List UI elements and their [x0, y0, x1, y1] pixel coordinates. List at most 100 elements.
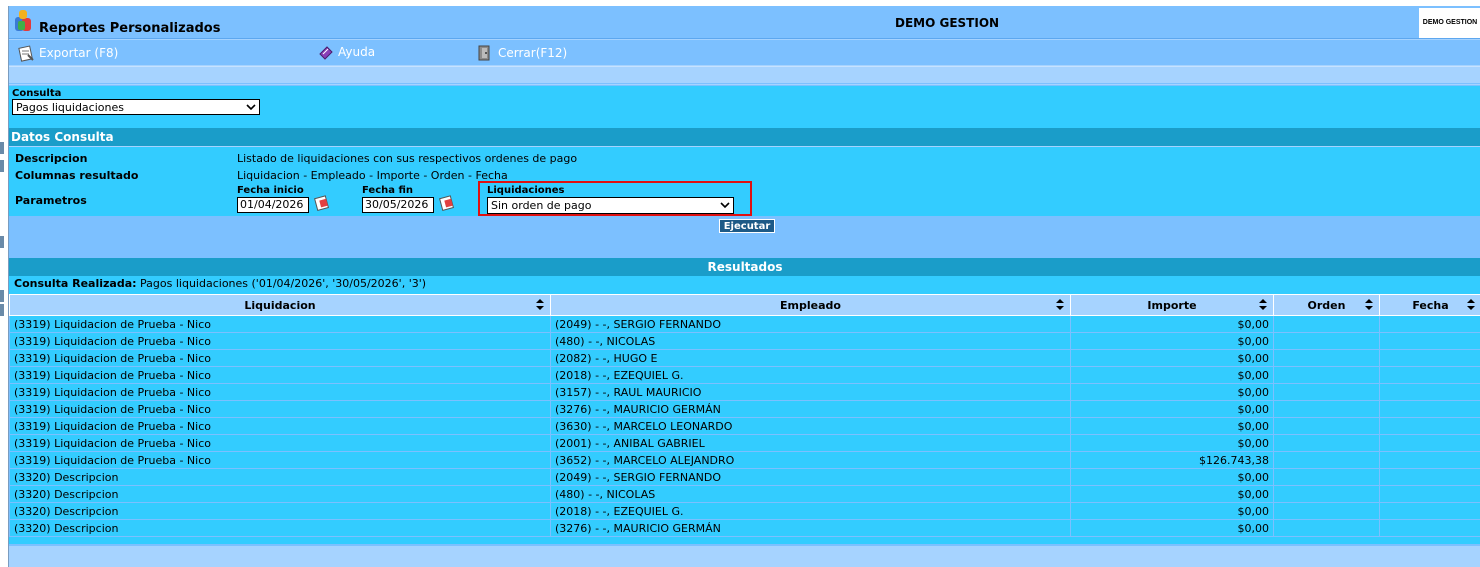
columnas-value: Liquidacion - Empleado - Importe - Orden…: [237, 169, 508, 182]
cell-importe: $0,00: [1070, 315, 1274, 333]
cell-orden: [1273, 417, 1380, 435]
close-button[interactable]: Cerrar(F12): [476, 44, 567, 62]
help-label: Ayuda: [338, 45, 376, 59]
cell-empleado: (2018) - -, EZEQUIEL G.: [550, 502, 1071, 520]
cell-importe: $0,00: [1070, 468, 1274, 486]
cell-liquidacion: (3319) Liquidacion de Prueba - Nico: [9, 315, 551, 333]
cell-fecha: [1379, 383, 1480, 401]
left-edge-marker: [0, 236, 4, 248]
cell-liquidacion: (3320) Descripcion: [9, 519, 551, 537]
table-row[interactable]: (3319) Liquidacion de Prueba - Nico (3630…: [9, 417, 1480, 435]
cell-empleado: (3652) - -, MARCELO ALEJANDRO: [550, 451, 1071, 469]
cell-empleado: (2049) - -, SERGIO FERNANDO: [550, 315, 1071, 333]
app-title: Reportes Personalizados: [39, 21, 221, 36]
cell-empleado: (480) - -, NICOLAS: [550, 332, 1071, 350]
cell-liquidacion: (3319) Liquidacion de Prueba - Nico: [9, 434, 551, 452]
calendar-icon[interactable]: [438, 194, 456, 212]
cell-fecha: [1379, 468, 1480, 486]
table-row[interactable]: (3319) Liquidacion de Prueba - Nico (2049…: [9, 315, 1480, 333]
left-edge-marker: [0, 290, 4, 302]
cell-importe: $0,00: [1070, 383, 1274, 401]
cell-liquidacion: (3319) Liquidacion de Prueba - Nico: [9, 383, 551, 401]
column-header-label: Empleado: [780, 298, 841, 312]
app-window: Reportes Personalizados DEMO GESTION DEM…: [8, 6, 1480, 567]
fecha-fin-input[interactable]: 30/05/2026: [362, 197, 434, 213]
table-row[interactable]: (3319) Liquidacion de Prueba - Nico (3276…: [9, 400, 1480, 418]
column-header-empleado[interactable]: Empleado: [550, 294, 1071, 316]
cell-fecha: [1379, 366, 1480, 384]
cell-fecha: [1379, 451, 1480, 469]
table-row[interactable]: (3320) Descripcion (2049) - -, SERGIO FER…: [9, 468, 1480, 486]
datos-consulta-header: Datos Consulta: [9, 128, 1480, 146]
cell-orden: [1273, 400, 1380, 418]
descripcion-label: Descripcion: [15, 152, 88, 165]
fecha-fin-label: Fecha fin: [362, 185, 414, 196]
fecha-inicio-input[interactable]: 01/04/2026: [237, 197, 309, 213]
export-button[interactable]: Exportar (F8): [17, 44, 118, 62]
calendar-icon[interactable]: [313, 194, 331, 212]
cell-empleado: (3276) - -, MAURICIO GERMÁN: [550, 400, 1071, 418]
cell-fecha: [1379, 315, 1480, 333]
company-logo: DEMO GESTION: [1419, 8, 1480, 38]
cell-liquidacion: (3319) Liquidacion de Prueba - Nico: [9, 451, 551, 469]
column-header-label: Orden: [1307, 298, 1346, 312]
cell-importe: $0,00: [1070, 366, 1274, 384]
cell-empleado: (2018) - -, EZEQUIEL G.: [550, 366, 1071, 384]
table-row[interactable]: (3319) Liquidacion de Prueba - Nico (3157…: [9, 383, 1480, 401]
cell-orden: [1273, 502, 1380, 520]
cell-liquidacion: (3319) Liquidacion de Prueba - Nico: [9, 349, 551, 367]
highlight-box: [478, 181, 752, 216]
column-header-importe[interactable]: Importe: [1070, 294, 1274, 316]
cell-empleado: (3630) - -, MARCELO LEONARDO: [550, 417, 1071, 435]
cell-liquidacion: (3320) Descripcion: [9, 502, 551, 520]
left-strip: [0, 0, 8, 567]
help-button[interactable]: Ayuda: [318, 44, 375, 60]
column-header-orden[interactable]: Orden: [1273, 294, 1380, 316]
close-label: Cerrar(F12): [498, 46, 568, 60]
column-header-fecha[interactable]: Fecha: [1379, 294, 1480, 316]
cell-orden: [1273, 519, 1380, 537]
cell-importe: $0,00: [1070, 400, 1274, 418]
consulta-panel: Consulta Pagos liquidaciones: [9, 85, 1480, 129]
horizontal-scrollbar[interactable]: [9, 544, 1480, 567]
toolbar: Exportar (F8) Ayuda Cerrar(F12): [9, 40, 1480, 65]
cell-fecha: [1379, 417, 1480, 435]
export-icon: [18, 45, 34, 62]
close-door-icon: [478, 45, 490, 61]
consulta-realizada: Consulta Realizada: Pagos liquidaciones …: [9, 276, 1480, 294]
table-row[interactable]: (3320) Descripcion (2018) - -, EZEQUIEL G…: [9, 502, 1480, 520]
cell-importe: $0,00: [1070, 349, 1274, 367]
columnas-label: Columnas resultado: [15, 169, 139, 182]
ejecutar-row: Ejecutar: [9, 216, 1480, 258]
column-header-liquidacion[interactable]: Liquidacion: [9, 294, 551, 316]
cell-orden: [1273, 332, 1380, 350]
spacer-bar: [9, 66, 1480, 84]
cell-liquidacion: (3320) Descripcion: [9, 485, 551, 503]
export-label: Exportar (F8): [39, 46, 119, 60]
table-row[interactable]: (3319) Liquidacion de Prueba - Nico (3652…: [9, 451, 1480, 469]
cell-importe: $0,00: [1070, 417, 1274, 435]
results-table: Liquidacion Empleado Importe Orden Fecha…: [9, 294, 1480, 537]
cell-orden: [1273, 315, 1380, 333]
table-row[interactable]: (3319) Liquidacion de Prueba - Nico (2082…: [9, 349, 1480, 367]
company-name: DEMO GESTION: [895, 16, 1000, 30]
cell-empleado: (3276) - -, MAURICIO GERMÁN: [550, 519, 1071, 537]
cell-empleado: (2049) - -, SERGIO FERNANDO: [550, 468, 1071, 486]
consulta-select[interactable]: Pagos liquidaciones: [12, 99, 260, 115]
left-edge-marker: [0, 142, 4, 154]
cell-empleado: (2082) - -, HUGO E: [550, 349, 1071, 367]
table-row[interactable]: (3320) Descripcion (480) - -, NICOLAS $0,0…: [9, 485, 1480, 503]
left-edge-marker: [0, 160, 4, 172]
results-table-wrap: Liquidacion Empleado Importe Orden Fecha…: [9, 294, 1480, 544]
table-row[interactable]: (3319) Liquidacion de Prueba - Nico (2001…: [9, 434, 1480, 452]
cell-orden: [1273, 349, 1380, 367]
ejecutar-button[interactable]: Ejecutar: [719, 219, 775, 233]
cell-orden: [1273, 383, 1380, 401]
column-header-label: Liquidacion: [244, 298, 316, 312]
table-row[interactable]: (3319) Liquidacion de Prueba - Nico (480)…: [9, 332, 1480, 350]
table-row[interactable]: (3319) Liquidacion de Prueba - Nico (2018…: [9, 366, 1480, 384]
descripcion-value: Listado de liquidaciones con sus respect…: [237, 152, 578, 165]
table-row[interactable]: (3320) Descripcion (3276) - -, MAURICIO G…: [9, 519, 1480, 537]
cell-orden: [1273, 434, 1380, 452]
fecha-inicio-label: Fecha inicio: [237, 185, 304, 196]
